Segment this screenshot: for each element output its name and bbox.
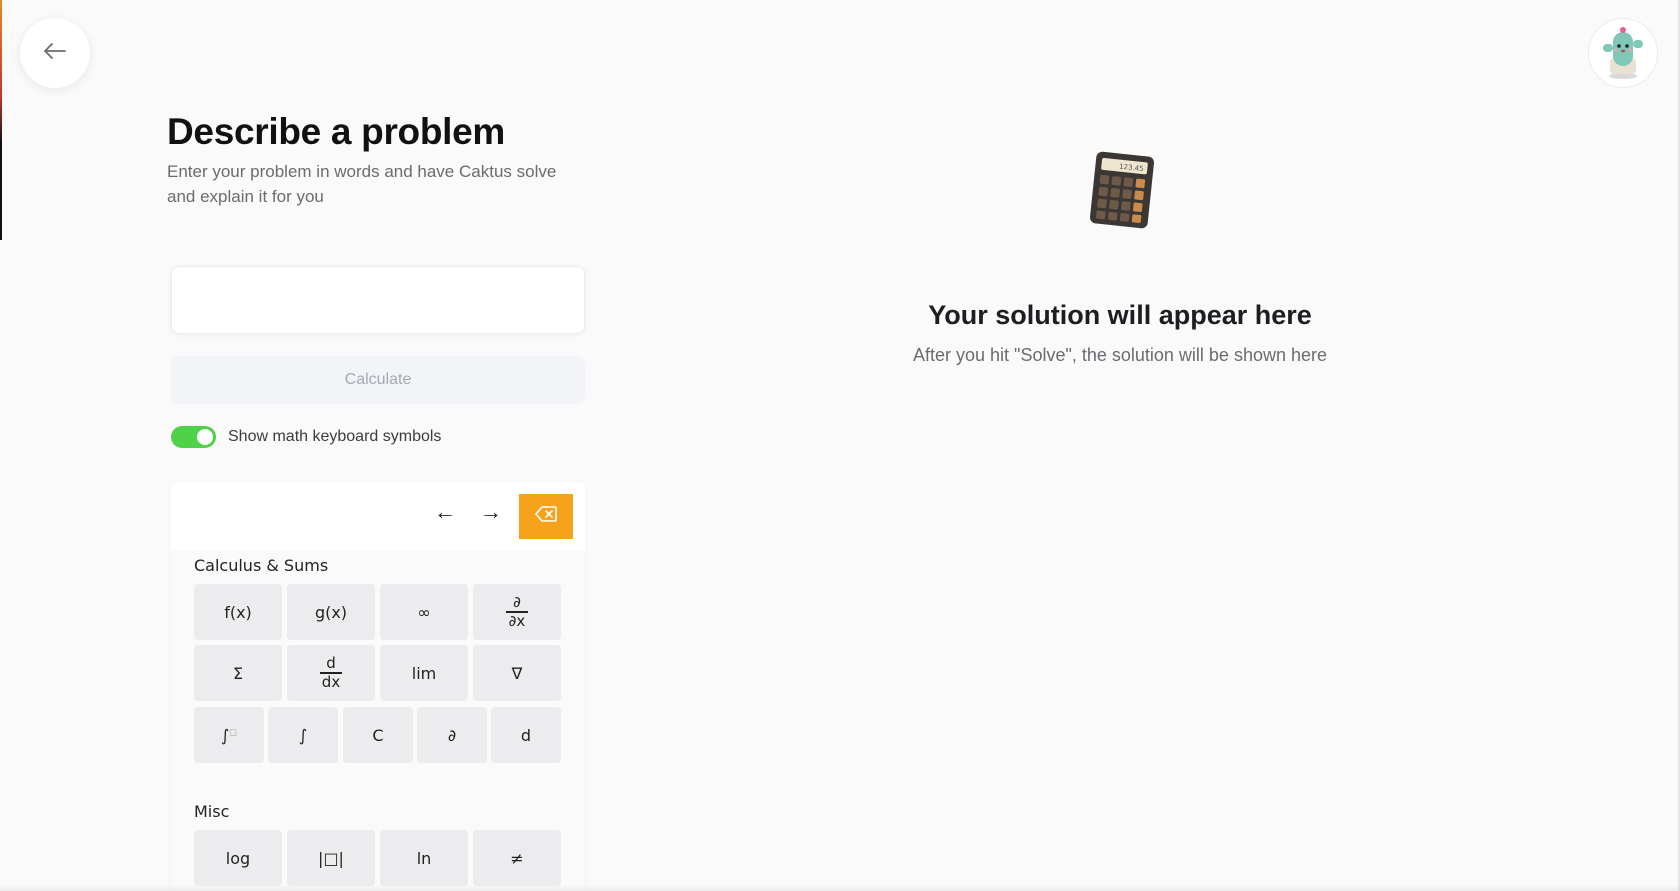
- key-label: f(x): [224, 602, 252, 622]
- calculator-icon: 123.45: [1085, 150, 1155, 230]
- math-keyboard-toggle-row: Show math keyboard symbols: [171, 426, 441, 448]
- key-derivative[interactable]: d dx: [287, 645, 375, 701]
- key-label: |□|: [318, 848, 344, 868]
- key-sigma[interactable]: Σ: [194, 645, 282, 701]
- key-label: g(x): [314, 602, 348, 622]
- key-nabla[interactable]: ∇: [473, 645, 561, 701]
- key-limit[interactable]: lim: [380, 645, 468, 701]
- denominator: dx: [321, 672, 341, 691]
- problem-input[interactable]: [171, 266, 585, 334]
- key-log[interactable]: log: [194, 830, 282, 886]
- key-integral[interactable]: ∫: [268, 707, 338, 763]
- key-ln[interactable]: ln: [380, 830, 468, 886]
- numerator: d: [326, 654, 336, 673]
- key-label: lim: [411, 663, 437, 683]
- key-label: ∂: [447, 725, 457, 745]
- key-gx[interactable]: g(x): [287, 584, 375, 640]
- backspace-icon: [535, 506, 557, 527]
- toggle-label: Show math keyboard symbols: [228, 428, 442, 445]
- key-label: ln: [416, 848, 432, 868]
- fraction: d dx: [320, 656, 342, 690]
- solution-subtitle: After you hit "Solve", the solution will…: [913, 345, 1327, 365]
- denominator: ∂x: [508, 611, 526, 630]
- key-definite-integral[interactable]: ∫□: [194, 707, 264, 763]
- key-label: log: [225, 848, 251, 868]
- keyboard-body: Calculus & Sums f(x) g(x) ∞ ∂ ∂x Σ d dx: [171, 550, 585, 891]
- key-label: ∞: [417, 602, 431, 622]
- key-differential-d[interactable]: d: [491, 707, 561, 763]
- page-title: Describe a problem: [167, 111, 506, 152]
- toggle-knob: [197, 429, 213, 445]
- solution-title: Your solution will appear here: [928, 300, 1312, 330]
- cactus-avatar-icon: [1599, 22, 1647, 85]
- key-constant-c[interactable]: C: [343, 707, 413, 763]
- key-not-equal[interactable]: ≠: [473, 830, 561, 886]
- backspace-button[interactable]: [519, 494, 573, 539]
- key-label: ∇: [511, 663, 523, 683]
- fraction: ∂ ∂x: [506, 595, 528, 629]
- cursor-right-button[interactable]: →: [473, 494, 509, 530]
- math-keyboard: ← → Calculus & Sums f(x) g(x) ∞ ∂ ∂x Σ d…: [171, 482, 585, 891]
- key-label: ∫□: [221, 726, 237, 745]
- key-infinity[interactable]: ∞: [380, 584, 468, 640]
- section-title-misc: Misc: [194, 802, 230, 821]
- user-avatar[interactable]: [1588, 18, 1658, 88]
- keyboard-toolbar: ← →: [171, 482, 585, 550]
- window-bottom-shadow: [0, 885, 1680, 891]
- problem-section: Describe a problem Enter your problem in…: [167, 110, 587, 209]
- key-label: C: [372, 725, 384, 745]
- integral-bound-placeholder: □: [229, 727, 237, 737]
- key-partial-derivative[interactable]: ∂ ∂x: [473, 584, 561, 640]
- numerator: ∂: [513, 593, 521, 612]
- key-label: ≠: [510, 848, 524, 868]
- arrow-left-icon: [44, 42, 66, 64]
- section-title-calculus: Calculus & Sums: [194, 556, 329, 575]
- page-subtitle: Enter your problem in words and have Cak…: [167, 162, 557, 206]
- window-edge-accent: [0, 0, 2, 240]
- back-button[interactable]: [20, 18, 90, 88]
- key-partial[interactable]: ∂: [417, 707, 487, 763]
- calculate-button[interactable]: Calculate: [171, 356, 585, 404]
- key-label: d: [520, 725, 532, 745]
- cursor-left-button[interactable]: ←: [427, 494, 463, 530]
- solution-panel: 123.45 Your solution will appear here Af…: [820, 150, 1420, 366]
- math-keyboard-toggle[interactable]: [171, 426, 216, 448]
- key-absolute-value[interactable]: |□|: [287, 830, 375, 886]
- key-label: Σ: [232, 663, 244, 683]
- key-label: ∫: [298, 725, 308, 745]
- arrow-left-icon: ←: [434, 499, 456, 524]
- arrow-right-icon: →: [480, 499, 502, 524]
- key-fx[interactable]: f(x): [194, 584, 282, 640]
